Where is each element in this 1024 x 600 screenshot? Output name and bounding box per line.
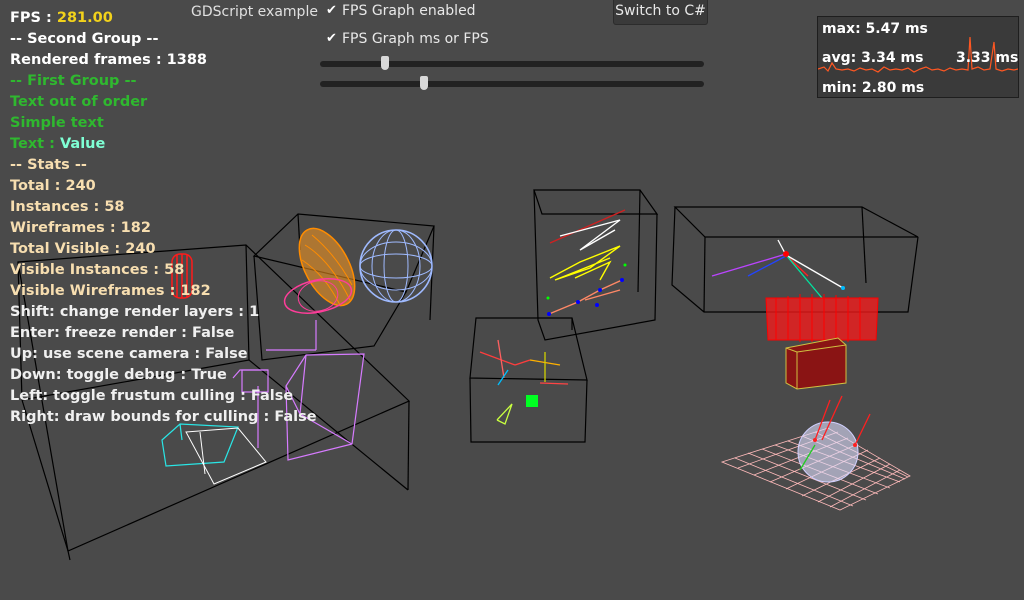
slider-1[interactable] — [320, 56, 704, 70]
checkmark-icon: ✔ — [326, 3, 337, 18]
hint-right: Right: draw bounds for culling : False — [10, 409, 317, 425]
stat-total: Total : 240 — [10, 178, 96, 194]
hint-down: Down: toggle debug : True — [10, 367, 227, 383]
hint-enter: Enter: freeze render : False — [10, 325, 235, 341]
example-title: GDScript example — [191, 4, 318, 20]
graph-current: 3.33 ms — [956, 50, 1019, 66]
center-gizmos — [479, 339, 569, 425]
fps-graph-ms-or-fps-label: FPS Graph ms or FPS — [342, 31, 489, 47]
stats-header: -- Stats -- — [10, 157, 87, 173]
graph-min: min: 2.80 ms — [822, 80, 925, 96]
center-bounding-box — [469, 317, 588, 443]
fps-graph-enabled-checkbox[interactable]: ✔ FPS Graph enabled — [326, 3, 476, 19]
hint-shift: Shift: change render layers : 1 — [10, 304, 260, 320]
text-out-of-order: Text out of order — [10, 94, 148, 110]
blue-wire-sphere — [359, 229, 433, 303]
fps-graph-enabled-label: FPS Graph enabled — [342, 3, 476, 19]
checkmark-icon: ✔ — [326, 31, 337, 46]
fps-value: 281.00 — [56, 10, 113, 26]
slider-2-grabber[interactable] — [419, 76, 428, 90]
translucent-sphere — [797, 395, 871, 483]
slider-2[interactable] — [320, 76, 704, 90]
debug-stats-overlay: FPS : 281.00 -- Second Group -- Rendered… — [10, 8, 317, 428]
graph-avg: avg: 3.34 ms — [822, 50, 924, 66]
stat-visible-wireframes: Visible Wireframes : 182 — [10, 283, 211, 299]
red-wire-cylinder — [765, 294, 879, 342]
text-label: Text : — [10, 136, 60, 152]
fps-label: FPS : — [10, 10, 57, 26]
slider-1-grabber[interactable] — [381, 56, 390, 70]
upper-center-lines — [546, 209, 627, 316]
second-group-header: -- Second Group -- — [10, 31, 159, 47]
text-value-row: Text : Value — [10, 134, 317, 155]
switch-to-csharp-button[interactable]: Switch to C# — [613, 0, 708, 25]
fps-graph-ms-or-fps-checkbox[interactable]: ✔ FPS Graph ms or FPS — [326, 31, 489, 47]
text-value: Value — [59, 136, 106, 152]
stat-wireframes: Wireframes : 182 — [10, 220, 151, 236]
fps-graph-panel: max: 5.47 ms avg: 3.34 ms 3.33 ms min: 2… — [817, 16, 1019, 98]
hint-left: Left: toggle frustum culling : False — [10, 388, 294, 404]
right-gizmo-lines — [711, 239, 845, 299]
first-group-header: -- First Group -- — [10, 73, 137, 89]
simple-text: Simple text — [10, 115, 104, 131]
stat-visible-instances: Visible Instances : 58 — [10, 262, 185, 278]
cyan-box — [161, 423, 239, 467]
graph-max: max: 5.47 ms — [822, 21, 928, 37]
stat-instances: Instances : 58 — [10, 199, 125, 215]
hint-up: Up: use scene camera : False — [10, 346, 248, 362]
stat-total-visible: Total Visible : 240 — [10, 241, 156, 257]
rendered-frames: Rendered frames : 1388 — [10, 52, 208, 68]
dark-red-cube — [785, 337, 847, 390]
